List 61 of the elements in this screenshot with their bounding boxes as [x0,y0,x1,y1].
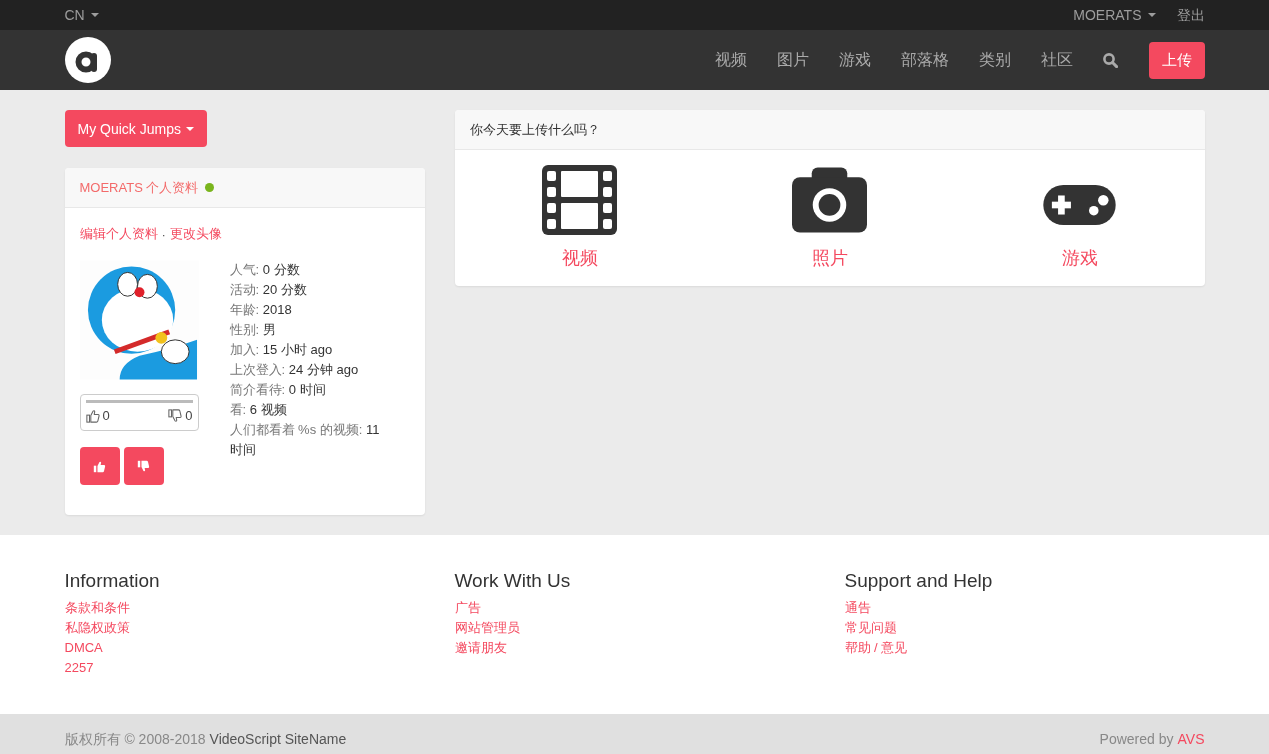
footer-link[interactable]: 私隐权政策 [64,618,130,638]
quick-jumps-button[interactable]: My Quick Jumps [64,110,207,147]
thumbs-up-icon [93,459,106,473]
profile-title: MOERATS 个人资料 [79,178,199,197]
logout-link[interactable]: 登出 [1176,5,1205,25]
footer-link[interactable]: 网站管理员 [454,618,520,638]
footer-link[interactable]: DMCA [64,638,103,658]
site-name-link[interactable]: VideoScript SiteName [209,729,347,749]
camera-icon [792,165,867,235]
stat-line: 人气: 0 分数 [229,261,301,279]
profile-link[interactable]: 更改头像 [169,224,222,244]
logo-icon[interactable] [64,37,111,83]
stat-line: 年龄: 2018 [229,301,293,319]
stat-line: 简介看待: 0 时间 [229,381,327,399]
footer-link[interactable]: 条款和条件 [64,598,130,618]
profile-link[interactable]: 编辑个人资料 [79,224,158,244]
footer-link[interactable]: 帮助 / 意见 [844,638,908,658]
thumbs-up-icon [85,409,100,423]
nav-link[interactable]: 图片 [776,49,809,71]
stat-line: 性别: 男 [229,321,277,339]
caret-icon [1147,13,1156,17]
stat-line: 看: 6 视频 [229,401,288,419]
footer-heading: Support and Help [844,570,993,592]
stat-line: 人们都看着 %s 的视频: 11 时间 [229,421,381,459]
footer-link[interactable]: 常见问题 [844,618,897,638]
dislike-count: 0 [185,408,193,424]
stat-line: 加入: 15 小时 ago [229,341,334,359]
powered-by-text: Powered by [1099,730,1174,749]
nav-link[interactable]: 社区 [1040,49,1073,71]
user-dropdown[interactable]: MOERATS [1073,5,1156,25]
film-icon [542,165,617,235]
like-button[interactable] [79,447,120,485]
thumbs-down-icon [168,409,183,423]
footer-heading: Work With Us [454,570,571,592]
dislike-button[interactable] [123,447,164,485]
search-icon[interactable] [1102,52,1118,68]
caret-icon [185,126,194,131]
powered-by-link[interactable]: AVS [1177,729,1205,749]
thumbs-down-icon [137,459,150,473]
gamepad-icon [1042,185,1117,225]
like-count: 0 [102,408,110,424]
footer-link[interactable]: 2257 [64,658,94,678]
link-separator: · [161,226,166,242]
language-dropdown[interactable]: CN [64,5,99,25]
nav-link[interactable]: 游戏 [838,49,871,71]
upload-option-link[interactable]: 游戏 [1042,165,1117,275]
upload-option-link[interactable]: 视频 [542,165,617,275]
nav-link[interactable]: 部落格 [900,49,949,71]
footer-link[interactable]: 邀请朋友 [454,638,507,658]
footer-link[interactable]: 通告 [844,598,871,618]
upload-option-link[interactable]: 照片 [792,165,867,275]
upload-button[interactable]: 上传 [1148,41,1205,79]
stat-line: 上次登入: 24 分钟 ago [229,361,360,379]
nav-link[interactable]: 视频 [714,49,747,71]
copyright-text: 版权所有 © 2008-2018 [64,730,206,749]
stat-line: 活动: 20 分数 [229,281,308,299]
footer-link[interactable]: 广告 [454,598,481,618]
nav-link[interactable]: 类别 [978,49,1011,71]
upload-prompt: 你今天要上传什么吗？ [469,120,600,139]
caret-icon [90,13,99,17]
footer-heading: Information [64,570,160,592]
